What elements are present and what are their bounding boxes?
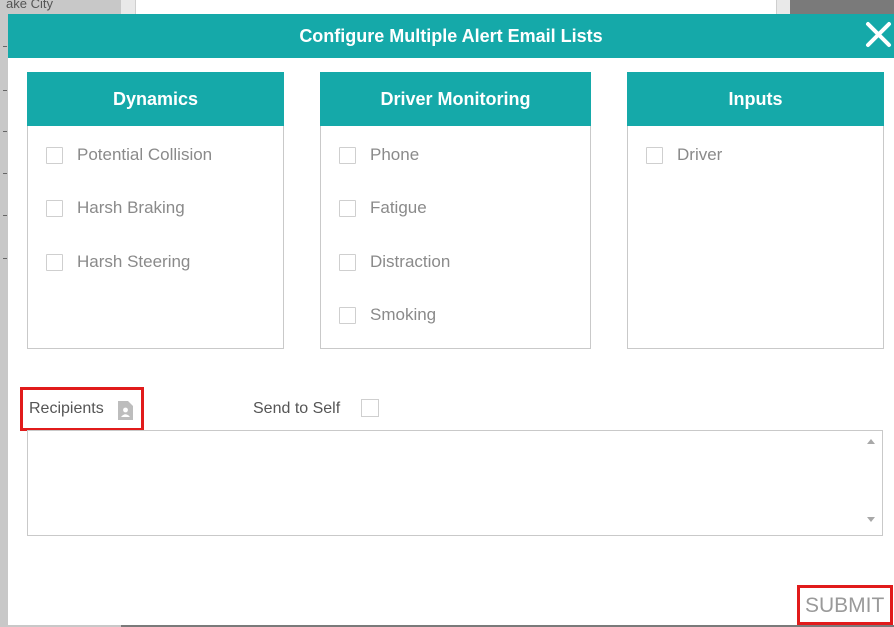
panel-driver-monitoring: Driver Monitoring Phone Fatigue Distract… xyxy=(320,72,591,349)
background-sidebar-text: ake City xyxy=(6,0,53,11)
panel-title: Dynamics xyxy=(27,72,284,126)
send-to-self-label: Send to Self xyxy=(253,400,341,417)
submit-label: SUBMIT xyxy=(805,594,885,617)
contact-book-icon[interactable] xyxy=(117,401,133,420)
close-button[interactable] xyxy=(864,20,894,50)
send-to-self-checkbox[interactable] xyxy=(361,399,379,417)
option-phone[interactable]: Phone xyxy=(339,143,419,167)
option-distraction[interactable]: Distraction xyxy=(339,250,450,274)
option-potential-collision[interactable]: Potential Collision xyxy=(46,143,212,167)
panel-title: Driver Monitoring xyxy=(320,72,591,126)
background-divider xyxy=(3,131,7,132)
background-divider xyxy=(3,90,7,91)
recipients-highlight: Recipients xyxy=(20,387,144,431)
checkbox[interactable] xyxy=(46,199,63,217)
checkbox[interactable] xyxy=(339,146,356,164)
option-label: Distraction xyxy=(370,252,451,271)
option-fatigue[interactable]: Fatigue xyxy=(339,196,427,220)
option-label: Potential Collision xyxy=(77,145,213,164)
checkbox[interactable] xyxy=(46,146,63,164)
background-right xyxy=(790,0,894,14)
checkbox[interactable] xyxy=(339,306,356,324)
option-smoking[interactable]: Smoking xyxy=(339,303,436,327)
checkbox[interactable] xyxy=(339,253,356,271)
background-divider xyxy=(3,173,7,174)
option-harsh-braking[interactable]: Harsh Braking xyxy=(46,196,185,220)
submit-button[interactable]: SUBMIT xyxy=(797,585,893,625)
modal-header: Configure Multiple Alert Email Lists xyxy=(8,14,894,58)
scroll-up-arrow-icon[interactable] xyxy=(865,435,877,447)
checkbox[interactable] xyxy=(46,253,63,271)
recipients-label: Recipients xyxy=(29,400,104,417)
background-divider xyxy=(3,215,7,216)
option-label: Driver xyxy=(677,145,723,164)
close-icon xyxy=(866,22,891,47)
recipients-input[interactable] xyxy=(27,430,883,536)
option-driver[interactable]: Driver xyxy=(646,143,722,167)
option-harsh-steering[interactable]: Harsh Steering xyxy=(46,250,190,274)
background-divider xyxy=(3,46,7,47)
panel-dynamics: Dynamics Potential Collision Harsh Braki… xyxy=(27,72,284,349)
checkbox[interactable] xyxy=(646,146,663,164)
option-label: Harsh Braking xyxy=(77,198,185,217)
checkbox[interactable] xyxy=(339,199,356,217)
option-label: Smoking xyxy=(370,305,437,324)
option-label: Phone xyxy=(370,145,420,164)
panel-inputs: Inputs Driver xyxy=(627,72,884,349)
option-label: Harsh Steering xyxy=(77,252,191,271)
background-divider xyxy=(3,258,7,259)
option-label: Fatigue xyxy=(370,198,427,217)
alert-email-modal: Configure Multiple Alert Email Lists Dyn… xyxy=(8,14,894,625)
modal-title: Configure Multiple Alert Email Lists xyxy=(299,26,603,46)
scroll-down-arrow-icon[interactable] xyxy=(865,514,877,526)
background-content xyxy=(135,0,777,14)
panel-title: Inputs xyxy=(627,72,884,126)
